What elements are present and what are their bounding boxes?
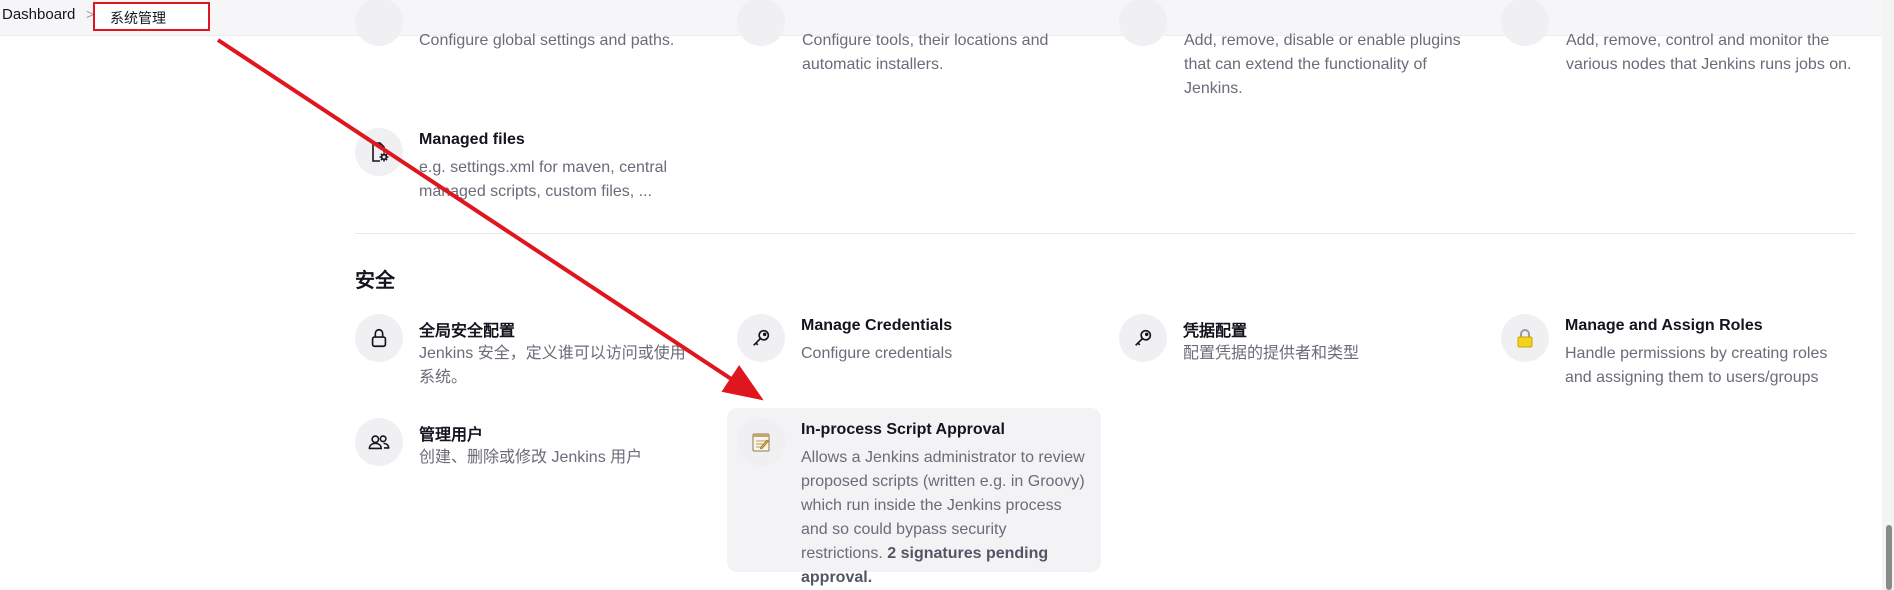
script-approval-desc: Allows a Jenkins administrator to review… — [801, 446, 1091, 590]
section-divider — [355, 233, 1855, 234]
credential-config-title: 凭据配置 — [1183, 323, 1248, 340]
scrollbar-thumb[interactable] — [1886, 525, 1892, 590]
users-icon — [355, 418, 403, 466]
plugins-icon — [1119, 0, 1167, 46]
credential-config-item[interactable]: 凭据配置 配置凭据的提供者和类型 — [1119, 314, 1449, 374]
manage-users-desc: 创建、删除或修改 Jenkins 用户 — [419, 449, 643, 466]
global-security-title: 全局安全配置 — [419, 323, 516, 340]
manage-roles-desc: Handle permissions by creating roles and… — [1565, 345, 1828, 386]
file-gear-icon — [355, 128, 403, 176]
script-approval-title: In-process Script Approval — [801, 421, 1005, 438]
nodes-desc[interactable]: Add, remove, control and monitor the var… — [1566, 29, 1866, 77]
key-icon — [737, 314, 785, 362]
manage-users-item[interactable]: 管理用户 创建、删除或修改 Jenkins 用户 — [355, 418, 685, 478]
credential-config-desc: 配置凭据的提供者和类型 — [1183, 345, 1360, 362]
manage-roles-item[interactable]: Manage and Assign Roles Handle permissio… — [1501, 314, 1841, 394]
manage-roles-title: Manage and Assign Roles — [1565, 317, 1763, 334]
script-approval-item[interactable]: In-process Script Approval Allows a Jenk… — [737, 418, 1087, 586]
tools-desc[interactable]: Configure tools, their locations and aut… — [802, 29, 1102, 77]
key-icon — [1119, 314, 1167, 362]
manage-credentials-desc: Configure credentials — [801, 345, 953, 362]
managed-files-title: Managed files — [419, 131, 525, 148]
system-desc[interactable]: Configure global settings and paths. — [419, 29, 719, 53]
manage-credentials-item[interactable]: Manage Credentials Configure credentials — [737, 314, 1067, 374]
managed-files-desc: e.g. settings.xml for maven, central man… — [419, 159, 668, 200]
nodes-icon — [1501, 0, 1549, 46]
plugins-desc[interactable]: Add, remove, disable or enable plugins t… — [1184, 29, 1474, 101]
tools-icon — [737, 0, 785, 46]
global-security-item[interactable]: 全局安全配置 Jenkins 安全，定义谁可以访问或使用系统。 — [355, 314, 686, 394]
global-security-desc: Jenkins 安全，定义谁可以访问或使用系统。 — [419, 345, 686, 386]
scrollbar-track[interactable] — [1882, 0, 1894, 590]
breadcrumb-current[interactable]: 系统管理 — [93, 2, 210, 31]
system-icon — [355, 0, 403, 46]
notepad-icon — [737, 418, 785, 466]
breadcrumb-dashboard-link[interactable]: Dashboard — [2, 6, 75, 23]
security-section-title: 安全 — [355, 270, 395, 292]
padlock-icon — [1501, 314, 1549, 362]
manage-users-title: 管理用户 — [419, 427, 484, 444]
managed-files-item[interactable]: Managed files e.g. settings.xml for mave… — [355, 128, 685, 208]
manage-credentials-title: Manage Credentials — [801, 317, 953, 334]
lock-icon — [355, 314, 403, 362]
